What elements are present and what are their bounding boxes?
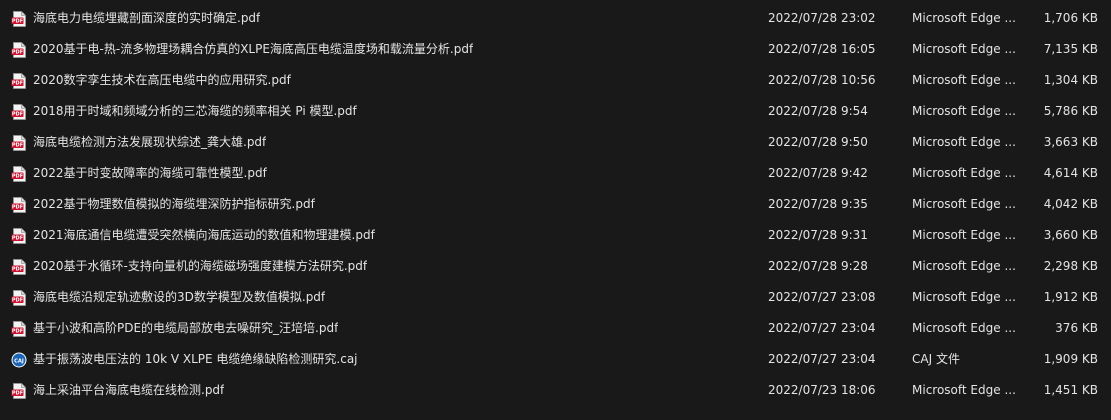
file-type: Microsoft Edge ... bbox=[912, 73, 1016, 87]
file-date-modified: 2022/07/28 9:50 bbox=[768, 135, 868, 149]
icon-label: PDF bbox=[12, 205, 23, 211]
file-name[interactable]: 海底电缆检测方法发展现状综述_龚大雄.pdf bbox=[33, 135, 266, 150]
file-size: 3,663 KB bbox=[1043, 135, 1098, 149]
icon-label: PDF bbox=[12, 391, 23, 397]
pdf-icon: PDF bbox=[11, 104, 27, 120]
file-type: Microsoft Edge ... bbox=[912, 228, 1016, 242]
file-size: 1,304 KB bbox=[1043, 73, 1098, 87]
file-type: Microsoft Edge ... bbox=[912, 321, 1016, 335]
file-type: Microsoft Edge ... bbox=[912, 42, 1016, 56]
icon-label: PDF bbox=[12, 267, 23, 273]
file-name[interactable]: 2020基于水循环-支持向量机的海缆磁场强度建模方法研究.pdf bbox=[33, 259, 367, 274]
file-date-modified: 2022/07/27 23:08 bbox=[768, 290, 876, 304]
file-size: 1,909 KB bbox=[1043, 352, 1098, 366]
icon-label: PDF bbox=[12, 112, 23, 118]
pdf-icon: PDF bbox=[11, 135, 27, 151]
file-name[interactable]: 海上采油平台海底电缆在线检测.pdf bbox=[33, 383, 224, 398]
file-name[interactable]: 2018用于时域和频域分析的三芯海缆的频率相关 Pi 模型.pdf bbox=[33, 104, 357, 119]
file-list: PDF 海底电力电缆埋藏剖面深度的实时确定.pdf 2022/07/28 23:02… bbox=[0, 0, 1111, 420]
file-row[interactable]: PDF 2020基于水循环-支持向量机的海缆磁场强度建模方法研究.pdf 2022/… bbox=[0, 251, 1111, 282]
file-row[interactable]: PDF 海底电力电缆埋藏剖面深度的实时确定.pdf 2022/07/28 23:02… bbox=[0, 3, 1111, 34]
file-type: Microsoft Edge ... bbox=[912, 383, 1016, 397]
file-row[interactable]: PDF 海底电缆检测方法发展现状综述_龚大雄.pdf 2022/07/28 9:50… bbox=[0, 127, 1111, 158]
file-type: Microsoft Edge ... bbox=[912, 290, 1016, 304]
pdf-icon: PDF bbox=[11, 11, 27, 27]
file-size: 4,614 KB bbox=[1043, 166, 1098, 180]
file-name[interactable]: 海底电缆沿规定轨迹敷设的3D数学模型及数值模拟.pdf bbox=[33, 290, 325, 305]
file-name[interactable]: 基于小波和高阶PDE的电缆局部放电去噪研究_汪培培.pdf bbox=[33, 321, 338, 336]
file-size: 4,042 KB bbox=[1043, 197, 1098, 211]
file-row[interactable]: PDF 2018用于时域和频域分析的三芯海缆的频率相关 Pi 模型.pdf 2022… bbox=[0, 96, 1111, 127]
file-size: 2,298 KB bbox=[1043, 259, 1098, 273]
file-date-modified: 2022/07/28 9:54 bbox=[768, 104, 868, 118]
file-row[interactable]: PDF 海底电缆沿规定轨迹敷设的3D数学模型及数值模拟.pdf 2022/07/27… bbox=[0, 282, 1111, 313]
icon-label: PDF bbox=[12, 236, 23, 242]
file-name[interactable]: 海底电力电缆埋藏剖面深度的实时确定.pdf bbox=[33, 11, 260, 26]
pdf-icon: PDF bbox=[11, 228, 27, 244]
file-date-modified: 2022/07/28 9:31 bbox=[768, 228, 868, 242]
file-name[interactable]: 2022基于时变故障率的海缆可靠性模型.pdf bbox=[33, 166, 267, 181]
pdf-icon: PDF bbox=[11, 259, 27, 275]
file-name[interactable]: 2020数字孪生技术在高压电缆中的应用研究.pdf bbox=[33, 73, 291, 88]
file-row[interactable]: PDF 2022基于时变故障率的海缆可靠性模型.pdf 2022/07/28 9:4… bbox=[0, 158, 1111, 189]
icon-label: PDF bbox=[12, 329, 23, 335]
pdf-icon: PDF bbox=[11, 383, 27, 399]
file-type: Microsoft Edge ... bbox=[912, 11, 1016, 25]
file-type: Microsoft Edge ... bbox=[912, 104, 1016, 118]
file-date-modified: 2022/07/28 9:35 bbox=[768, 197, 868, 211]
file-type: Microsoft Edge ... bbox=[912, 197, 1016, 211]
file-name[interactable]: 2020基于电-热-流多物理场耦合仿真的XLPE海底高压电缆温度场和载流量分析.… bbox=[33, 42, 473, 57]
file-date-modified: 2022/07/28 10:56 bbox=[768, 73, 876, 87]
file-size: 3,660 KB bbox=[1043, 228, 1098, 242]
icon-label: PDF bbox=[12, 50, 23, 56]
file-type: Microsoft Edge ... bbox=[912, 166, 1016, 180]
file-name[interactable]: 2021海底通信电缆遭受突然横向海底运动的数值和物理建模.pdf bbox=[33, 228, 375, 243]
file-size: 376 KB bbox=[1055, 321, 1098, 335]
file-row[interactable]: PDF 2022基于物理数值模拟的海缆埋深防护指标研究.pdf 2022/07/28… bbox=[0, 189, 1111, 220]
file-name[interactable]: 基于振荡波电压法的 10k V XLPE 电缆绝缘缺陷检测研究.caj bbox=[33, 352, 358, 367]
file-date-modified: 2022/07/28 9:42 bbox=[768, 166, 868, 180]
pdf-icon: PDF bbox=[11, 73, 27, 89]
file-date-modified: 2022/07/23 18:06 bbox=[768, 383, 876, 397]
file-row[interactable]: CAJ 基于振荡波电压法的 10k V XLPE 电缆绝缘缺陷检测研究.caj 20… bbox=[0, 344, 1111, 375]
pdf-icon: PDF bbox=[11, 197, 27, 213]
icon-label: PDF bbox=[12, 174, 23, 180]
file-size: 1,451 KB bbox=[1043, 383, 1098, 397]
file-row[interactable]: PDF 2020数字孪生技术在高压电缆中的应用研究.pdf 2022/07/28 1… bbox=[0, 65, 1111, 96]
icon-label: PDF bbox=[12, 298, 23, 304]
file-date-modified: 2022/07/27 23:04 bbox=[768, 352, 876, 366]
file-type: CAJ 文件 bbox=[912, 352, 960, 366]
file-row[interactable]: PDF 2021海底通信电缆遭受突然横向海底运动的数值和物理建模.pdf 2022/… bbox=[0, 220, 1111, 251]
icon-label: PDF bbox=[12, 81, 23, 87]
file-size: 5,786 KB bbox=[1043, 104, 1098, 118]
file-date-modified: 2022/07/28 9:28 bbox=[768, 259, 868, 273]
file-type: Microsoft Edge ... bbox=[912, 135, 1016, 149]
file-type: Microsoft Edge ... bbox=[912, 259, 1016, 273]
pdf-icon: PDF bbox=[11, 42, 27, 58]
file-row[interactable]: PDF 2020基于电-热-流多物理场耦合仿真的XLPE海底高压电缆温度场和载流量… bbox=[0, 34, 1111, 65]
file-date-modified: 2022/07/27 23:04 bbox=[768, 321, 876, 335]
file-name[interactable]: 2022基于物理数值模拟的海缆埋深防护指标研究.pdf bbox=[33, 197, 315, 212]
icon-label: PDF bbox=[12, 143, 23, 149]
icon-label: PDF bbox=[12, 19, 23, 25]
file-size: 1,912 KB bbox=[1043, 290, 1098, 304]
icon-label: CAJ bbox=[14, 358, 24, 364]
pdf-icon: PDF bbox=[11, 321, 27, 337]
caj-icon: CAJ bbox=[11, 352, 27, 368]
file-row[interactable]: PDF 基于小波和高阶PDE的电缆局部放电去噪研究_汪培培.pdf 2022/07/… bbox=[0, 313, 1111, 344]
pdf-icon: PDF bbox=[11, 290, 27, 306]
file-size: 7,135 KB bbox=[1043, 42, 1098, 56]
pdf-icon: PDF bbox=[11, 166, 27, 182]
file-date-modified: 2022/07/28 23:02 bbox=[768, 11, 876, 25]
file-row[interactable]: PDF 海上采油平台海底电缆在线检测.pdf 2022/07/23 18:06 Mic… bbox=[0, 375, 1111, 406]
file-date-modified: 2022/07/28 16:05 bbox=[768, 42, 876, 56]
file-size: 1,706 KB bbox=[1043, 11, 1098, 25]
